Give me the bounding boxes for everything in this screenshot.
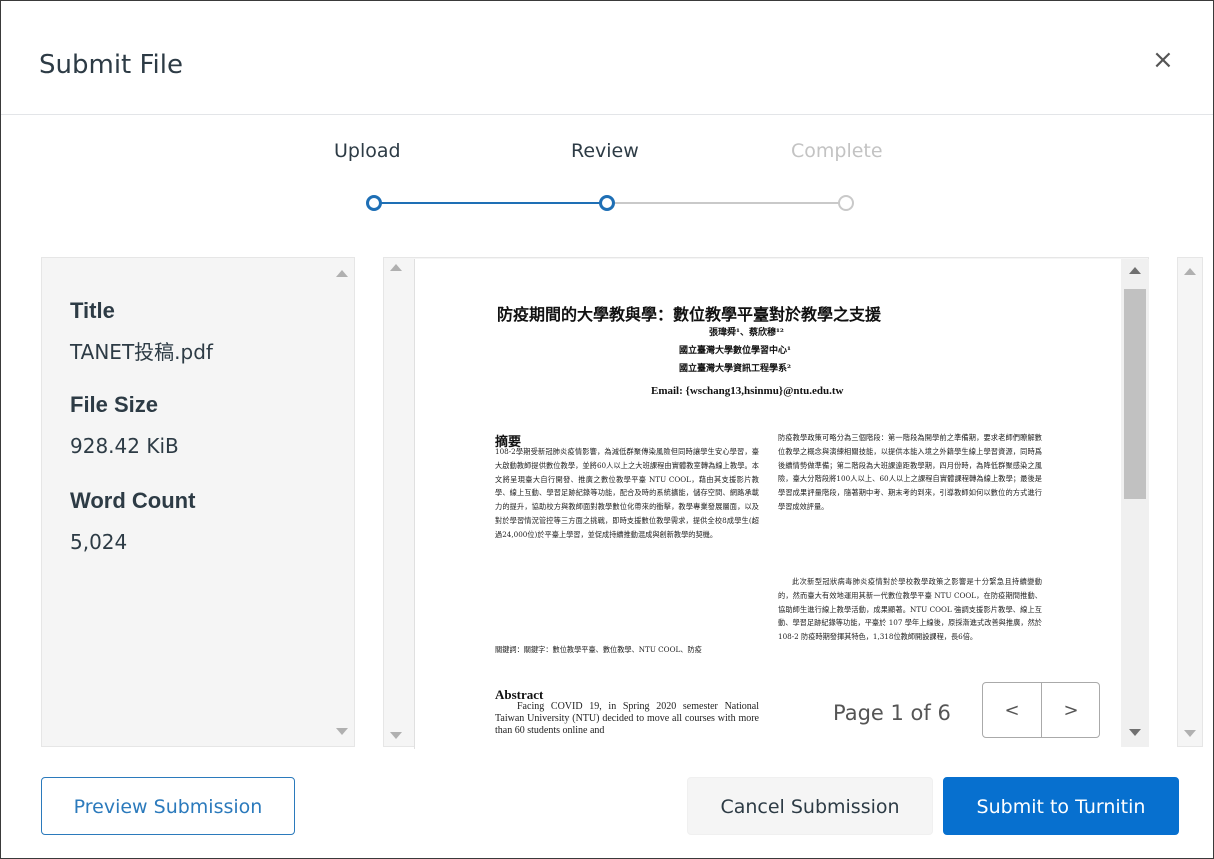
close-icon[interactable]: ×: [1152, 45, 1174, 75]
doc-abstract-zh: 108-2學期受新冠肺炎疫情影響，為減低群聚傳染風險但同時讓學生安心學習，臺大啟…: [495, 447, 759, 539]
next-page-button[interactable]: >: [1042, 683, 1100, 737]
title-label: Title: [70, 298, 115, 323]
word-count-value: 5,024: [70, 530, 128, 554]
step-label-review: Review: [571, 140, 639, 162]
scroll-down-icon[interactable]: [1129, 729, 1141, 736]
doc-affiliation-1: 國立臺灣大學數位學習中心¹: [679, 346, 791, 356]
viewer-outer-scrollbar[interactable]: [386, 258, 406, 746]
doc-title: 防疫期間的大學教與學：數位教學平臺對於教學之支援: [497, 305, 882, 324]
page-indicator: Page 1 of 6: [833, 701, 951, 725]
file-size-label: File Size: [70, 392, 159, 417]
cancel-submission-button[interactable]: Cancel Submission: [687, 777, 933, 835]
step-dot-complete: [838, 195, 854, 211]
step-connector-done: [381, 202, 601, 204]
doc-keywords: 關鍵詞：關鍵字：數位教學平臺、數位教學、NTU COOL、防疫: [495, 645, 702, 654]
scroll-thumb[interactable]: [1124, 289, 1146, 499]
scroll-up-icon[interactable]: [1184, 268, 1196, 275]
word-count-label: Word Count: [70, 488, 196, 513]
submit-file-dialog: Submit File × Upload Review Complete Tit…: [0, 0, 1214, 859]
doc-affiliation-2: 國立臺灣大學資訊工程學系²: [679, 364, 791, 374]
scroll-up-icon[interactable]: [390, 264, 402, 271]
scroll-down-icon[interactable]: [390, 732, 402, 739]
page-navigator: Page 1 of 6 < >: [813, 681, 1113, 745]
page-button-group: < >: [982, 682, 1100, 738]
step-connector-pending: [615, 202, 839, 204]
document-scrollbar[interactable]: [1121, 259, 1149, 747]
file-size-value: 928.42 KiB: [70, 434, 179, 458]
submit-to-turnitin-button[interactable]: Submit to Turnitin: [943, 777, 1179, 835]
side-scrollbar[interactable]: [1177, 257, 1203, 747]
scroll-down-icon[interactable]: [1184, 730, 1196, 737]
scroll-down-icon[interactable]: [336, 728, 348, 735]
step-label-complete: Complete: [791, 140, 883, 162]
title-value: TANET投稿.pdf: [70, 340, 213, 364]
step-dot-review: [599, 195, 615, 211]
info-scrollbar[interactable]: [332, 258, 352, 746]
document-page[interactable]: 防疫期間的大學教與學：數位教學平臺對於教學之支援 張瑋舜¹、蔡欣穆¹² 國立臺灣…: [414, 259, 1121, 749]
scroll-up-icon[interactable]: [336, 270, 348, 277]
previous-page-button[interactable]: <: [983, 683, 1041, 737]
doc-col2-paragraph-1: 防疫教學政策可略分為三個階段：第一階段為開學前之準備期，要求老師們瞭解數位教學之…: [778, 433, 1042, 511]
dialog-header: Submit File ×: [1, 1, 1213, 115]
preview-submission-button[interactable]: Preview Submission: [41, 777, 295, 835]
doc-email: Email: {wschang13,hsinmu}@ntu.edu.tw: [651, 385, 844, 397]
doc-authors: 張瑋舜¹、蔡欣穆¹²: [709, 328, 784, 338]
dialog-title: Submit File: [39, 50, 184, 80]
file-info-panel: Title TANET投稿.pdf File Size 928.42 KiB W…: [41, 257, 355, 747]
scroll-up-icon[interactable]: [1129, 267, 1141, 274]
doc-abstract-en: Facing COVID 19, in Spring 2020 semester…: [495, 701, 759, 736]
step-dot-upload: [366, 195, 382, 211]
step-label-upload: Upload: [334, 140, 401, 162]
